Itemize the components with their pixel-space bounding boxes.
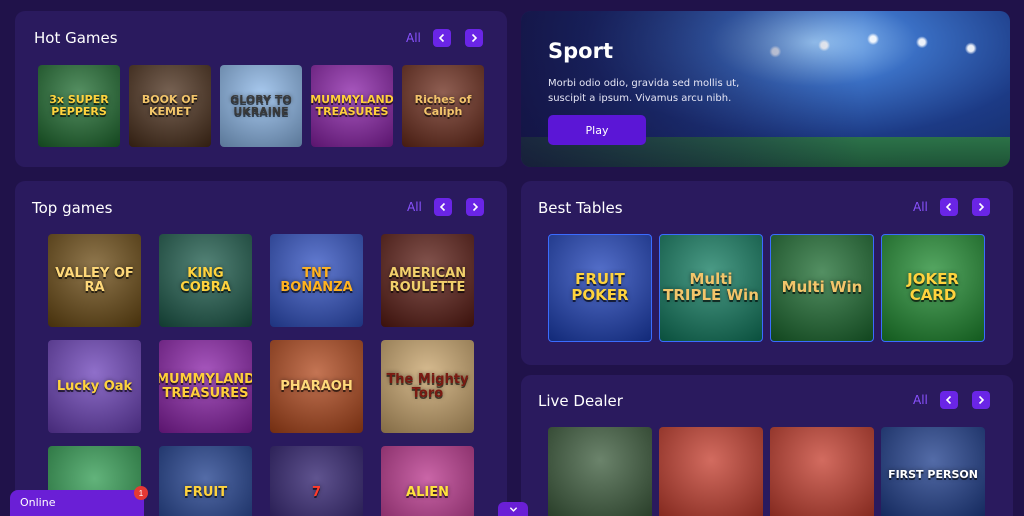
game-title: KING COBRA (180, 265, 231, 295)
top-games-tile[interactable]: AMERICAN ROULETTE (381, 234, 474, 327)
top-games-tile[interactable]: MUMMYLAND TREASURES (159, 340, 252, 433)
chevron-left-icon (439, 202, 445, 212)
game-title: VALLEY OF RA (55, 265, 134, 295)
hot-games-all-link[interactable]: All (406, 31, 421, 45)
chevron-right-icon (978, 395, 985, 405)
game-title: Lucky Oak (56, 378, 133, 394)
game-title: The Mighty Toro (386, 371, 469, 401)
chat-notification-badge: 1 (134, 486, 148, 500)
game-title: ALIEN (406, 484, 449, 500)
game-title (820, 473, 824, 477)
chevron-right-icon (472, 202, 479, 212)
live-dealer-tile[interactable]: FIRST PERSON (881, 427, 985, 516)
hot-games-tile[interactable]: MUMMYLAND TREASURES (311, 65, 393, 147)
chevron-right-icon (471, 33, 478, 43)
best-tables-panel: Best Tables All FRUIT POKER Multi TRIPLE … (521, 181, 1013, 365)
top-games-tile[interactable]: FRUIT (159, 446, 252, 516)
game-title: PHARAOH (280, 378, 353, 394)
game-title: BOOK OF KEMET (141, 93, 199, 118)
top-games-prev-button[interactable] (433, 198, 452, 216)
hot-games-tile[interactable]: GLORY TO UKRAINE (220, 65, 302, 147)
chevron-left-icon (945, 202, 951, 212)
sport-banner: Sport Morbi odio odio, gravida sed molli… (521, 11, 1010, 167)
chevron-right-icon (978, 202, 985, 212)
top-games-panel: Top games All VALLEY OF RA KING COBRA TNT … (15, 181, 507, 516)
best-tables-prev-button[interactable] (939, 198, 958, 216)
top-games-tile[interactable]: TNT BONANZA (270, 234, 363, 327)
live-dealer-next-button[interactable] (971, 391, 990, 409)
top-games-tile[interactable]: KING COBRA (159, 234, 252, 327)
sport-play-button[interactable]: Play (548, 115, 646, 145)
scroll-down-button[interactable] (498, 502, 528, 516)
sport-title: Sport (548, 39, 613, 63)
best-tables-title: Best Tables (538, 199, 623, 217)
top-games-next-button[interactable] (465, 198, 484, 216)
game-title: Multi TRIPLE Win (663, 270, 759, 304)
game-title: Riches of Caliph (414, 93, 472, 118)
live-dealer-tile[interactable] (548, 427, 652, 516)
game-title (598, 473, 602, 477)
best-tables-tile[interactable]: Multi TRIPLE Win (659, 234, 763, 342)
live-dealer-prev-button[interactable] (939, 391, 958, 409)
game-title: TNT BONANZA (280, 265, 353, 295)
live-dealer-title: Live Dealer (538, 392, 623, 410)
best-tables-tile[interactable]: FRUIT POKER (548, 234, 652, 342)
top-games-tile[interactable]: The Mighty Toro (381, 340, 474, 433)
best-tables-tile[interactable]: Multi Win (770, 234, 874, 342)
live-dealer-all-link[interactable]: All (913, 393, 928, 407)
game-title: Multi Win (781, 278, 863, 297)
top-games-title: Top games (32, 199, 113, 217)
game-title: FRUIT (183, 484, 228, 500)
hot-games-nav: All (406, 29, 483, 47)
top-games-tile[interactable]: 7 (270, 446, 363, 516)
hot-games-tile[interactable]: 3x SUPER PEPPERS (38, 65, 120, 147)
game-title: 3x SUPER PEPPERS (49, 93, 109, 118)
best-tables-next-button[interactable] (971, 198, 990, 216)
game-title: FIRST PERSON (888, 467, 978, 481)
game-title (709, 473, 713, 477)
top-games-tile[interactable]: PHARAOH (270, 340, 363, 433)
game-title: MUMMYLAND TREASURES (159, 371, 252, 401)
game-title: 7 (311, 484, 322, 500)
top-games-nav: All (407, 198, 484, 216)
hot-games-tile[interactable]: Riches of Caliph (402, 65, 484, 147)
game-title: AMERICAN ROULETTE (388, 265, 467, 295)
game-title: MUMMYLAND TREASURES (311, 93, 393, 118)
live-dealer-tile[interactable] (659, 427, 763, 516)
chevron-down-icon (509, 506, 517, 512)
top-games-all-link[interactable]: All (407, 200, 422, 214)
online-chat-tab[interactable]: Online (10, 490, 144, 516)
live-dealer-tile[interactable] (770, 427, 874, 516)
hot-games-next-button[interactable] (464, 29, 483, 47)
best-tables-all-link[interactable]: All (913, 200, 928, 214)
hot-games-tile[interactable]: BOOK OF KEMET (129, 65, 211, 147)
game-title: FRUIT POKER (571, 270, 629, 304)
top-games-tile[interactable]: Lucky Oak (48, 340, 141, 433)
sport-description: Morbi odio odio, gravida sed mollis ut, … (548, 78, 740, 104)
live-dealer-nav: All (913, 391, 990, 409)
chevron-left-icon (945, 395, 951, 405)
best-tables-nav: All (913, 198, 990, 216)
game-title: GLORY TO UKRAINE (230, 93, 292, 118)
live-dealer-panel: Live Dealer All FIRST PERSON (521, 375, 1013, 516)
hot-games-prev-button[interactable] (432, 29, 451, 47)
hot-games-title: Hot Games (34, 29, 118, 47)
chevron-left-icon (438, 33, 444, 43)
hot-games-panel: Hot Games All 3x SUPER PEPPERS BOOK OF KE… (15, 11, 507, 167)
top-games-tile[interactable]: VALLEY OF RA (48, 234, 141, 327)
top-games-tile[interactable]: ALIEN (381, 446, 474, 516)
best-tables-tile[interactable]: JOKER CARD (881, 234, 985, 342)
game-title: JOKER CARD (907, 270, 959, 304)
